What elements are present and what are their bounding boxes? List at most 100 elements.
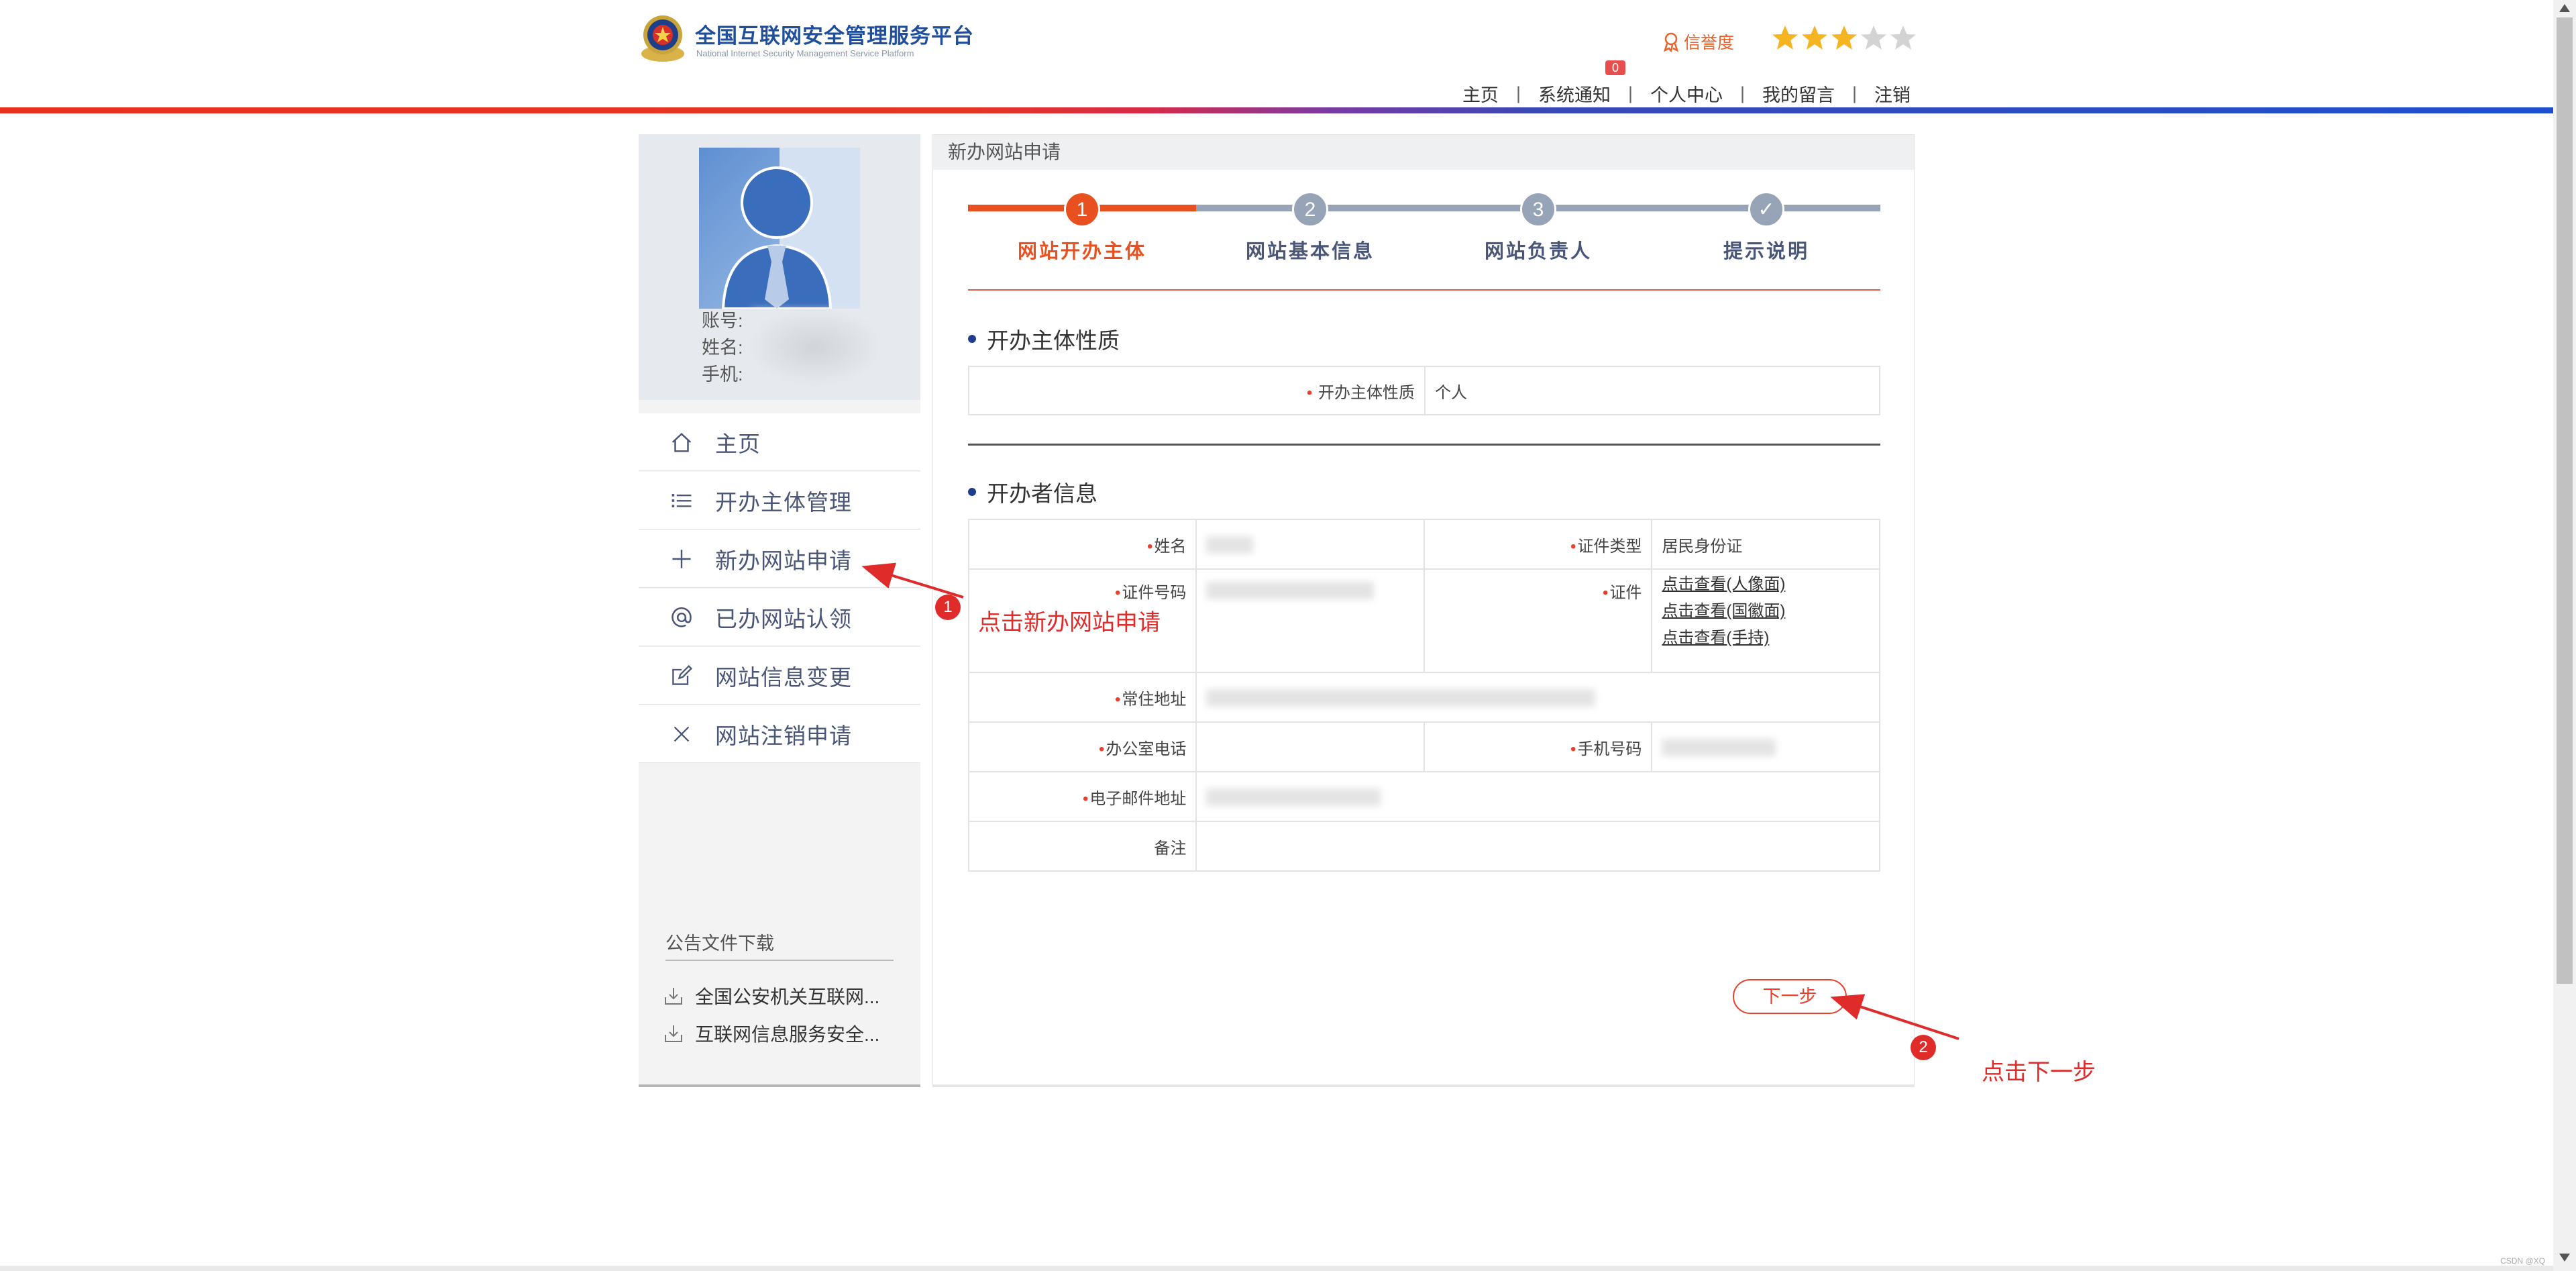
nav-personal-center[interactable]: 个人中心: [1650, 81, 1723, 107]
nav-logout[interactable]: 注销: [1874, 81, 1911, 107]
next-step-button[interactable]: 下一步: [1733, 979, 1847, 1014]
sidebar-item-website-info-change[interactable]: 网站信息变更: [639, 647, 920, 705]
notification-count-badge: 0: [1605, 60, 1625, 75]
sidebar: 账号: 姓名: 手机: 主页 开办主体管理 新办网站申请 已办网站认领 网站信息…: [639, 134, 920, 1087]
mobile-field-label: •手机号码: [1424, 721, 1653, 772]
remark-field-label: 备注: [967, 821, 1197, 872]
vertical-scrollbar[interactable]: [2553, 0, 2576, 1271]
user-silhouette-icon: [721, 166, 833, 309]
sidebar-item-new-website-application[interactable]: 新办网站申请: [639, 530, 920, 588]
section-title-text: 开办主体性质: [987, 328, 1120, 353]
sidebar-item-entity-management[interactable]: 开办主体管理: [639, 472, 920, 529]
user-profile-card: 账号: 姓名: 手机:: [639, 134, 920, 400]
id-type-field-value: 居民身份证: [1651, 519, 1880, 570]
downloads-title: 公告文件下载: [665, 933, 774, 954]
download-icon: [665, 988, 682, 1005]
section-title-applicant-info: 开办者信息: [968, 476, 1097, 508]
office-phone-field-value: [1195, 721, 1426, 772]
step-4-marker: ✓: [1748, 191, 1784, 227]
plus-icon: [668, 546, 695, 572]
page-title: 新办网站申请: [933, 135, 1914, 170]
nav-separator: |: [1739, 83, 1745, 103]
sidebar-item-home[interactable]: 主页: [639, 413, 920, 471]
step-2-label: 网站基本信息: [1245, 241, 1375, 262]
star-filled-icon: [1831, 26, 1857, 50]
sidebar-item-label: 主页: [715, 431, 761, 456]
close-icon: [668, 721, 695, 748]
police-emblem-icon: [641, 15, 684, 62]
star-filled-icon: [1772, 26, 1798, 50]
profile-info: 账号: 姓名: 手机:: [702, 307, 743, 388]
email-field-value: [1195, 771, 1880, 822]
step-1-marker: 1: [1064, 191, 1100, 227]
scrollbar-thumb[interactable]: [2557, 17, 2573, 984]
sidebar-item-label: 网站信息变更: [715, 664, 852, 690]
header: 全国互联网安全管理服务平台 National Internet Security…: [0, 0, 2553, 114]
download-link[interactable]: 互联网信息服务安全...: [663, 1020, 879, 1047]
credit-rating: 信誉度: [1662, 30, 1734, 54]
office-phone-field-label: •办公室电话: [967, 721, 1197, 772]
step-3-label: 网站负责人: [1484, 241, 1592, 262]
name-field-label: •姓名: [967, 519, 1197, 570]
edit-icon: [668, 662, 695, 689]
mobile-field-value: [1651, 721, 1880, 772]
avatar: [699, 148, 860, 309]
star-empty-icon: [1890, 26, 1916, 50]
scroll-up-arrow-icon[interactable]: [2559, 4, 2570, 12]
star-filled-icon: [1802, 26, 1827, 50]
horizontal-scrollbar[interactable]: [0, 1266, 2553, 1271]
applicant-info-table: •姓名 •证件类型 居民身份证 •证件号码 •证件 点击查看(人像面) 点击查看…: [967, 519, 1880, 872]
view-handheld-link[interactable]: 点击查看(手持): [1662, 625, 1870, 652]
credit-label: 信誉度: [1684, 34, 1735, 52]
annotation-marker-1: 1: [935, 595, 961, 620]
name-label: 姓名:: [702, 338, 743, 358]
nav-home[interactable]: 主页: [1462, 81, 1499, 107]
section-title-text: 开办者信息: [987, 481, 1097, 506]
progress-steps: 1 2 3 ✓ 网站开办主体 网站基本信息 网站负责人 提示说明: [968, 186, 1880, 262]
redacted-profile-values: [751, 310, 879, 384]
step-1-label: 网站开办主体: [1017, 241, 1146, 262]
divider: [968, 444, 1880, 446]
download-link[interactable]: 全国公安机关互联网...: [663, 982, 879, 1009]
step-4-label: 提示说明: [1723, 241, 1809, 262]
home-icon: [668, 429, 695, 456]
site-title[interactable]: 全国互联网安全管理服务平台: [695, 19, 974, 49]
step-3-marker: 3: [1520, 191, 1556, 227]
annotation-text-2: 点击下一步: [1982, 1060, 2096, 1085]
site-subtitle: National Internet Security Management Se…: [696, 48, 914, 58]
divider: [665, 960, 894, 961]
annotation-text-1: 点击新办网站申请: [978, 610, 1161, 636]
phone-label: 手机:: [702, 364, 743, 385]
medal-icon: [1664, 32, 1678, 52]
download-link-label: 互联网信息服务安全...: [695, 1024, 880, 1045]
view-portrait-side-link[interactable]: 点击查看(人像面): [1662, 571, 1870, 598]
divider: [968, 289, 1880, 291]
sidebar-item-claim-website[interactable]: 已办网站认领: [639, 589, 920, 646]
at-icon: [668, 604, 695, 631]
nav-separator: |: [1851, 83, 1857, 103]
account-label: 账号:: [702, 311, 743, 331]
certificate-links: 点击查看(人像面) 点击查看(国徽面) 点击查看(手持): [1651, 568, 1880, 673]
nav-notifications[interactable]: 系统通知 0: [1538, 60, 1625, 107]
view-emblem-side-link[interactable]: 点击查看(国徽面): [1662, 598, 1870, 625]
sidebar-item-website-cancellation[interactable]: 网站注销申请: [639, 705, 920, 763]
watermark: CSDN @XQ: [2500, 1256, 2545, 1266]
entity-type-table: • 开办主体性质 个人: [968, 366, 1880, 415]
address-field-label: •常住地址: [967, 672, 1197, 723]
top-nav: 主页 | 系统通知 0 | 个人中心 | 我的留言 | 注销: [1462, 60, 1911, 107]
list-icon: [668, 487, 695, 514]
address-field-value: [1195, 672, 1880, 723]
sidebar-item-label: 已办网站认领: [715, 606, 852, 631]
sidebar-menu: 主页 开办主体管理 新办网站申请 已办网站认领 网站信息变更 网站注销申请: [639, 413, 920, 764]
id-number-field-value: [1195, 568, 1426, 673]
nav-my-messages[interactable]: 我的留言: [1762, 81, 1835, 107]
sidebar-item-label: 网站注销申请: [715, 723, 852, 748]
name-field-value: [1195, 519, 1426, 570]
step-2-marker: 2: [1292, 191, 1328, 227]
annotation-marker-2: 2: [1911, 1035, 1936, 1060]
star-rating: [1771, 24, 1917, 52]
entity-type-label: • 开办主体性质: [968, 366, 1426, 415]
download-icon: [665, 1025, 682, 1042]
scroll-down-arrow-icon[interactable]: [2559, 1254, 2570, 1262]
download-link-label: 全国公安机关互联网...: [695, 986, 880, 1007]
